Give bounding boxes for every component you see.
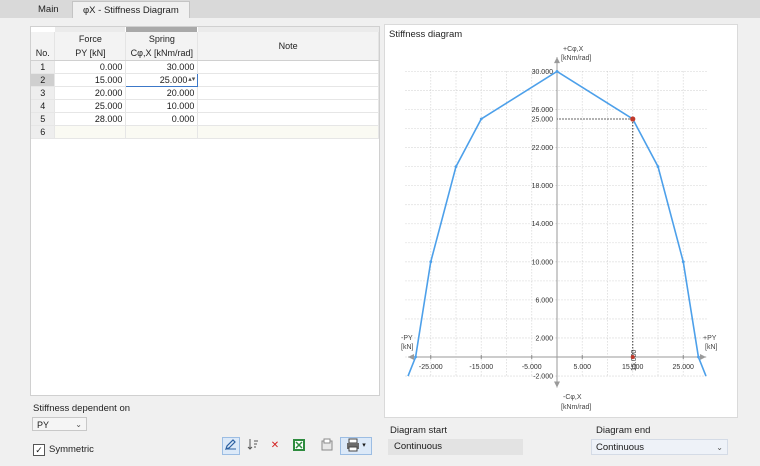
x-tick-label: -25.000 (419, 364, 443, 371)
print-icon[interactable]: ▾ (340, 437, 372, 455)
stiffness-diagram-panel: Stiffness diagram -25.000 -15.000 -5.000 5.… (384, 24, 738, 418)
y-axis-unit-pos: [kNm/rad] (561, 55, 591, 62)
y-tick-label: 14.000 (532, 221, 554, 228)
row-number: 2 (31, 73, 56, 87)
data-point (697, 355, 700, 359)
stiffness-dependent-value: PY (37, 420, 50, 430)
y-axis-label-pos: +Cφ,X (563, 46, 584, 53)
note-cell[interactable] (197, 60, 379, 74)
y-tick-label: 30.000 (532, 69, 554, 76)
spring-cell[interactable]: 0.000 (125, 112, 199, 126)
x-tick-label: -5.000 (522, 364, 542, 371)
table-row[interactable]: 5 28.000 0.000 (31, 112, 379, 126)
tab-bar: Main φX - Stiffness Diagram (0, 0, 760, 18)
y-axis-unit-neg: [kNm/rad] (561, 404, 591, 411)
note-cell[interactable] (197, 99, 379, 113)
data-point (429, 260, 433, 264)
diagram-end-select[interactable]: Continuous ⌄ (591, 439, 728, 455)
data-point (479, 117, 483, 121)
copy-icon[interactable] (318, 437, 336, 455)
force-cell[interactable]: 0.000 (54, 60, 127, 74)
row-number: 6 (31, 125, 56, 139)
stiffness-dependent-label: Stiffness dependent on (33, 403, 131, 414)
edit-diagram-icon[interactable] (222, 437, 240, 455)
x-axis-unit-neg: [kN] (401, 344, 414, 351)
stiffness-dependent-select[interactable]: PY ⌄ (32, 417, 87, 431)
x-tick-label: 25.000 (673, 364, 695, 371)
tab-stiffness-diagram[interactable]: φX - Stiffness Diagram (72, 1, 190, 18)
y-tick-label: 6.000 (535, 297, 553, 304)
note-cell[interactable] (197, 125, 379, 139)
diagram-start-label: Diagram start (390, 425, 448, 436)
header-no: No. (31, 32, 56, 61)
highlight-point (630, 116, 636, 122)
diagram-end-label: Diagram end (596, 425, 651, 436)
header-note: Note (197, 32, 379, 61)
row-number: 4 (31, 99, 56, 113)
note-cell[interactable] (197, 73, 379, 87)
x-axis-label-pos: +PY (703, 335, 717, 342)
force-cell[interactable]: 20.000 (54, 86, 127, 100)
spring-cell-editing[interactable]: 25.000 ▴▾ (125, 73, 199, 87)
sort-icon[interactable] (244, 437, 262, 455)
symmetric-label: Symmetric (49, 444, 94, 455)
y-tick-label: -2.000 (533, 374, 553, 381)
table-panel: No. Force Spring Note PY [kN] Cφ,X [kNm/… (30, 26, 380, 396)
stiffness-chart[interactable]: -25.000 -15.000 -5.000 5.000 15.000 25.000 -2.… (385, 25, 737, 417)
note-cell[interactable] (197, 112, 379, 126)
row-number: 5 (31, 112, 56, 126)
highlight-point-axis (630, 355, 635, 359)
excel-icon[interactable] (290, 437, 308, 455)
diagram-end-value: Continuous (596, 442, 645, 453)
y-tick-label: 2.000 (535, 335, 553, 342)
data-point (656, 165, 660, 169)
header-force: Force (54, 32, 127, 46)
x-tick-label: -15.000 (469, 364, 493, 371)
tab-main[interactable]: Main (28, 1, 69, 18)
spring-cell[interactable] (125, 125, 199, 139)
force-cell[interactable]: 25.000 (54, 99, 127, 113)
header-spring-unit: Cφ,X [kNm/rad] (125, 46, 199, 61)
row-number: 3 (31, 86, 56, 100)
data-point (414, 355, 417, 359)
chevron-down-icon: ⌄ (75, 420, 82, 429)
spring-cell[interactable]: 30.000 (125, 60, 199, 74)
row-number: 1 (31, 60, 56, 74)
symmetric-checkbox[interactable]: ✓ (33, 444, 45, 456)
force-cell[interactable] (54, 125, 127, 139)
spring-cell[interactable]: 20.000 (125, 86, 199, 100)
spring-cell[interactable]: 10.000 (125, 99, 199, 113)
header-force-unit: PY [kN] (54, 46, 127, 61)
table-row[interactable]: 4 25.000 10.000 (31, 99, 379, 113)
y-tick-label: 26.000 (532, 107, 554, 114)
data-point (454, 165, 458, 169)
table-row[interactable]: 6 (31, 125, 379, 139)
table-row[interactable]: 3 20.000 20.000 (31, 86, 379, 100)
force-cell[interactable]: 15.000 (54, 73, 127, 87)
delete-icon[interactable]: ✕ (266, 437, 284, 455)
note-cell[interactable] (197, 86, 379, 100)
chevron-down-icon: ⌄ (716, 443, 723, 452)
data-point (555, 70, 559, 73)
y-axis-label-neg: -Cφ,X (563, 394, 582, 401)
data-point (681, 260, 685, 264)
spinner-updown-icon[interactable]: ▴▾ (188, 75, 195, 83)
y-tick-label: 25.000 (532, 117, 554, 124)
header-spring: Spring (125, 32, 199, 46)
spring-edit-value[interactable]: 25.000 (160, 75, 188, 85)
y-tick-label: 10.000 (532, 259, 554, 266)
diagram-start-field[interactable]: Continuous (388, 439, 523, 455)
stiffness-table: No. Force Spring Note PY [kN] Cφ,X [kNm/… (31, 32, 379, 139)
x-axis-label-neg: -PY (401, 335, 413, 342)
x-axis-unit-pos: [kN] (705, 344, 718, 351)
table-row[interactable]: 2 15.000 25.000 ▴▾ (31, 73, 379, 87)
y-tick-label: 22.000 (532, 145, 554, 152)
y-tick-label: 18.000 (532, 183, 554, 190)
x-tick-label: 5.000 (573, 364, 591, 371)
force-cell[interactable]: 28.000 (54, 112, 127, 126)
cursor-value-label: 15.000 (631, 349, 638, 371)
table-row[interactable]: 1 0.000 30.000 (31, 60, 379, 74)
